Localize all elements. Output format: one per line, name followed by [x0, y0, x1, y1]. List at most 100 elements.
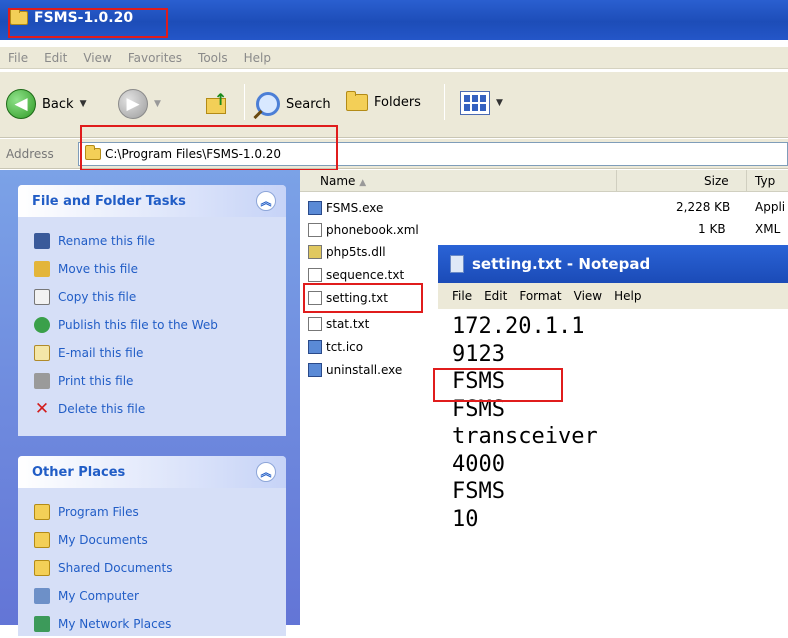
computer-icon [34, 588, 50, 604]
collapse-icon[interactable]: ︽ [256, 191, 276, 211]
text-line: FSMS [452, 479, 505, 504]
file-name: FSMS.exe [326, 201, 384, 215]
chevron-down-icon: ▼ [79, 99, 87, 109]
place-label: Shared Documents [58, 561, 173, 575]
file-type: XML [755, 222, 781, 236]
menu-edit[interactable]: Edit [44, 51, 67, 65]
notepad-menu-file[interactable]: File [452, 289, 472, 303]
task-move-file[interactable]: Move this file [18, 255, 286, 283]
notepad-window: setting.txt - Notepad File Edit Format V… [438, 245, 788, 625]
address-bar: Address C:\Program Files\FSMS-1.0.20 [0, 139, 788, 169]
notepad-menu-format[interactable]: Format [519, 289, 561, 303]
place-my-network-places[interactable]: My Network Places [18, 610, 286, 638]
views-button[interactable]: ▼ [460, 91, 503, 115]
back-button[interactable]: ◀ Back ▼ [6, 89, 86, 119]
file-name: uninstall.exe [326, 363, 403, 377]
menu-favorites[interactable]: Favorites [128, 51, 182, 65]
address-field[interactable]: C:\Program Files\FSMS-1.0.20 [78, 142, 788, 166]
column-name[interactable]: Name ▲ [320, 174, 366, 188]
text-line: FSMS [452, 396, 505, 422]
task-label: Copy this file [58, 290, 137, 304]
task-email-file[interactable]: E-mail this file [18, 339, 286, 367]
notepad-menu-edit[interactable]: Edit [484, 289, 507, 303]
panel-title: Other Places [32, 464, 126, 480]
chevron-down-icon: ▼ [154, 99, 161, 109]
file-row[interactable]: tct.ico [308, 336, 363, 358]
text-line: 172.20.1.1 [452, 314, 585, 339]
notepad-menu-help[interactable]: Help [614, 289, 641, 303]
forward-button[interactable]: ▶ ▼ [118, 89, 161, 119]
back-arrow-icon: ◀ [6, 89, 36, 119]
menu-tools[interactable]: Tools [198, 51, 228, 65]
copy-icon [34, 289, 50, 305]
email-icon [34, 345, 50, 361]
task-publish-web[interactable]: Publish this file to the Web [18, 311, 286, 339]
text-line: transceiver [452, 424, 598, 449]
column-size[interactable]: Size [704, 174, 729, 188]
place-my-documents[interactable]: My Documents [18, 526, 286, 554]
file-row[interactable]: php5ts.dll [308, 241, 386, 263]
chevron-down-icon: ▼ [496, 98, 503, 108]
file-row[interactable]: phonebook.xml [308, 219, 419, 241]
notepad-text-area[interactable]: 172.20.1.1 9123 FSMS FSMS transceiver 40… [452, 313, 598, 533]
collapse-icon[interactable]: ︽ [256, 462, 276, 482]
toolbar: ◀ Back ▼ ▶ ▼ ↑ Search Folders ▼ [0, 72, 788, 138]
dll-icon [308, 245, 322, 259]
delete-icon: ✕ [34, 399, 50, 419]
place-label: My Computer [58, 589, 139, 603]
file-row[interactable]: uninstall.exe [308, 359, 402, 381]
place-shared-documents[interactable]: Shared Documents [18, 554, 286, 582]
column-type[interactable]: Typ [755, 174, 775, 188]
task-pane: File and Folder Tasks ︽ Rename this file… [0, 170, 300, 636]
file-name: sequence.txt [326, 268, 405, 282]
task-delete-file[interactable]: ✕ Delete this file [18, 395, 286, 423]
place-program-files[interactable]: Program Files [18, 498, 286, 526]
file-row[interactable]: stat.txt [308, 313, 369, 335]
text-file-icon [308, 317, 322, 331]
other-places-panel: Other Places ︽ Program Files My Document… [18, 456, 286, 636]
ico-file-icon [308, 340, 322, 354]
folders-button[interactable]: Folders [346, 91, 421, 111]
address-path: C:\Program Files\FSMS-1.0.20 [105, 147, 282, 161]
panel-header[interactable]: Other Places ︽ [18, 456, 286, 488]
place-my-computer[interactable]: My Computer [18, 582, 286, 610]
xml-icon [308, 223, 322, 237]
task-print-file[interactable]: Print this file [18, 367, 286, 395]
place-label: My Network Places [58, 617, 172, 631]
panel-header[interactable]: File and Folder Tasks ︽ [18, 185, 286, 217]
text-line: 9123 [452, 341, 505, 367]
file-row[interactable]: setting.txt [308, 287, 388, 309]
file-name: stat.txt [326, 317, 370, 331]
task-label: Move this file [58, 262, 138, 276]
printer-icon [34, 373, 50, 389]
file-row[interactable]: sequence.txt [308, 264, 404, 286]
explorer-titlebar[interactable]: FSMS-1.0.20 [0, 0, 788, 40]
file-name: tct.ico [326, 340, 364, 354]
notepad-title: setting.txt - Notepad [472, 255, 651, 273]
up-folder-button[interactable]: ↑ [206, 90, 230, 116]
exe-icon [308, 201, 322, 215]
task-rename-file[interactable]: Rename this file [18, 227, 286, 255]
task-copy-file[interactable]: Copy this file [18, 283, 286, 311]
notepad-titlebar[interactable]: setting.txt - Notepad [438, 245, 788, 283]
sort-arrow-icon: ▲ [359, 178, 367, 188]
window-title: FSMS-1.0.20 [34, 10, 134, 26]
file-name: phonebook.xml [326, 223, 419, 237]
forward-arrow-icon: ▶ [118, 89, 148, 119]
search-icon [256, 92, 280, 116]
file-name: setting.txt [326, 291, 388, 305]
file-size: 1 KB [698, 222, 726, 236]
search-label: Search [286, 96, 331, 112]
move-icon [34, 261, 50, 277]
notepad-menu-bar: File Edit Format View Help [438, 283, 788, 309]
address-label: Address [6, 147, 54, 161]
menu-view[interactable]: View [83, 51, 111, 65]
text-line: 4000 [452, 451, 505, 477]
notepad-menu-view[interactable]: View [574, 289, 602, 303]
file-name: php5ts.dll [326, 245, 386, 259]
folders-icon [346, 91, 368, 111]
search-button[interactable]: Search [256, 92, 331, 116]
menu-help[interactable]: Help [244, 51, 271, 65]
menu-file[interactable]: File [8, 51, 28, 65]
file-row[interactable]: FSMS.exe [308, 197, 383, 219]
